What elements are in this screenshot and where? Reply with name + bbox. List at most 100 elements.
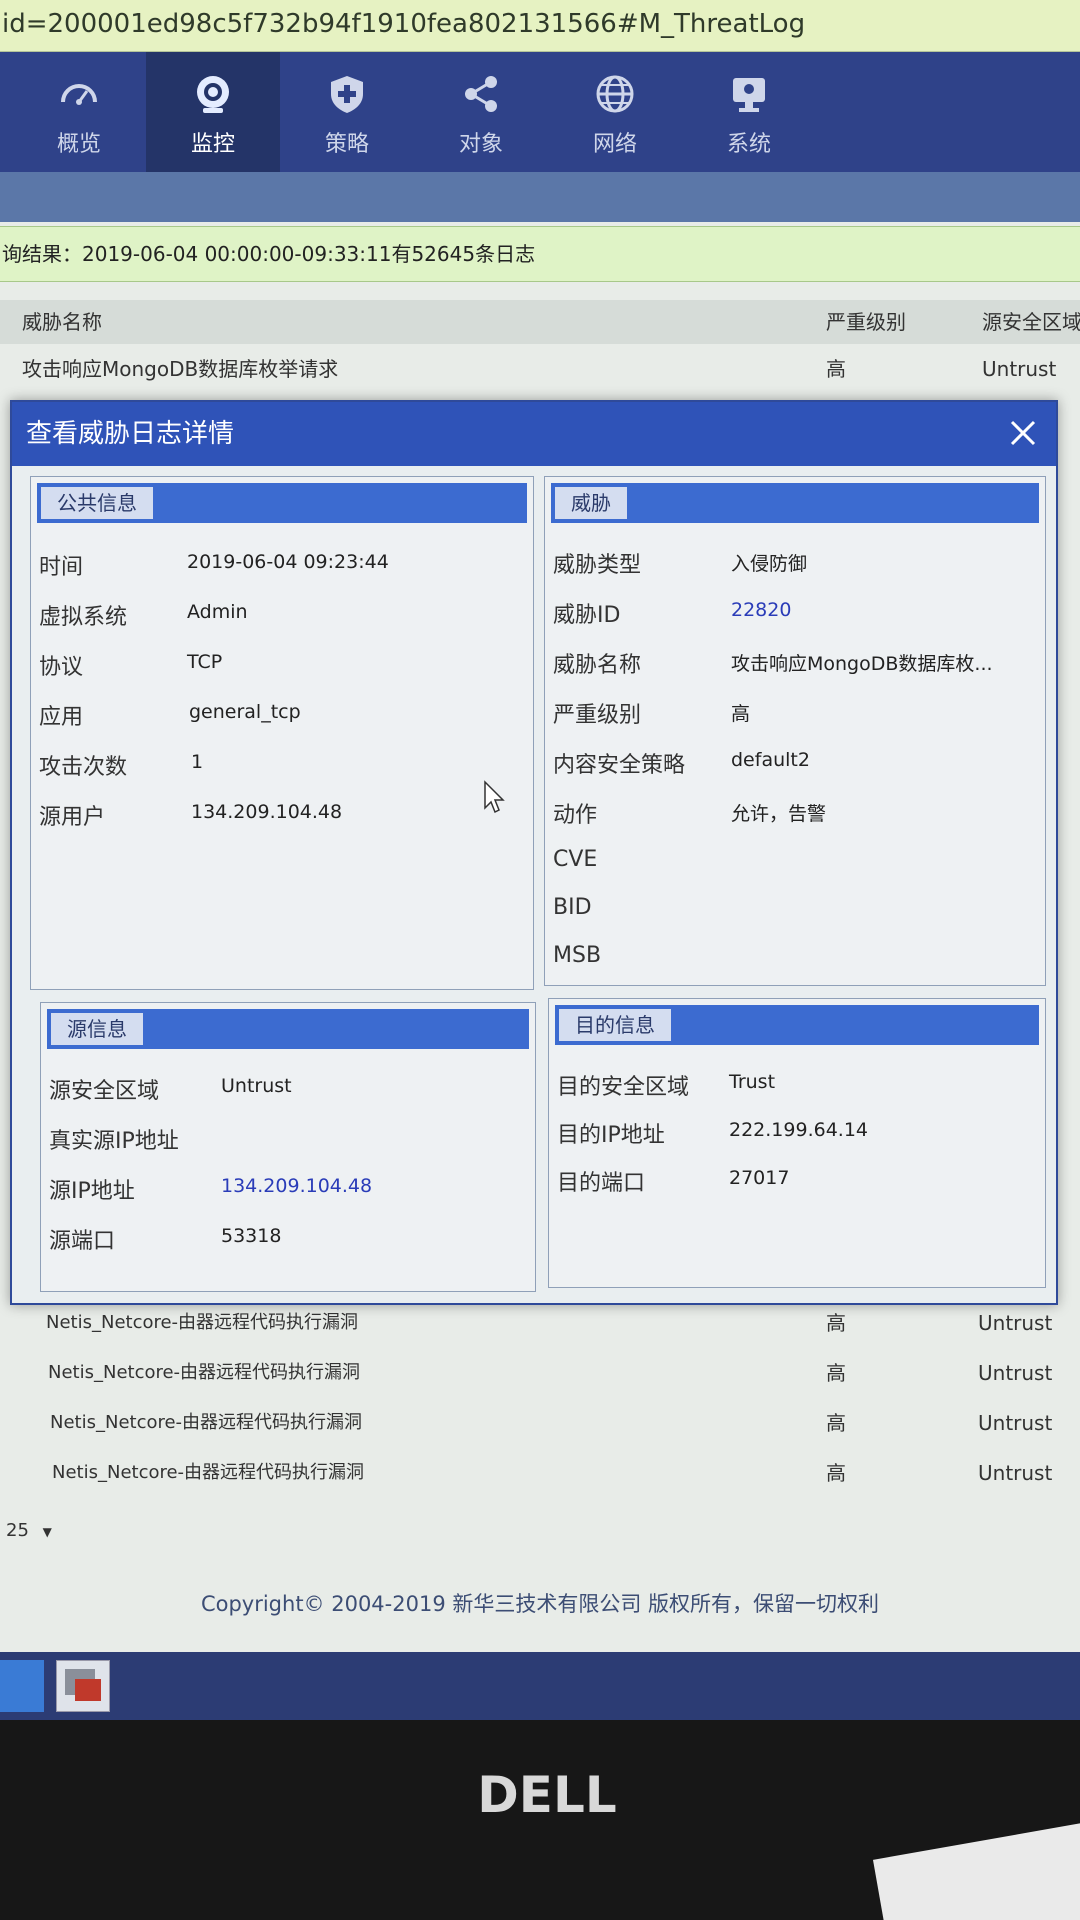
table-row[interactable]: Netis_Netcore-由器远程代码执行漏洞 高 Untrust — [0, 1350, 1080, 1396]
field-label: 严重级别 — [553, 703, 642, 728]
close-icon[interactable] — [1006, 416, 1040, 450]
field-value: 2019-06-04 09:23:44 — [187, 551, 389, 573]
start-button[interactable] — [0, 1660, 44, 1712]
field-label: 真实源IP地址 — [49, 1129, 179, 1154]
threat-panel: 威胁 威胁类型 入侵防御 威胁ID 22820 威胁名称 攻击响应MongoDB… — [544, 476, 1046, 986]
field-label: 应用 — [39, 705, 84, 730]
dell-logo: DELL — [477, 1766, 616, 1824]
col-severity[interactable]: 严重级别 — [826, 300, 906, 344]
panel-tab-public-info: 公共信息 — [41, 487, 153, 519]
table-row[interactable]: Netis_Netcore-由器远程代码执行漏洞 高 Untrust — [0, 1400, 1080, 1446]
query-result-bar: 询结果：2019-06-04 00:00:00-09:33:11有52645条日… — [0, 226, 1080, 282]
field-value: Trust — [729, 1071, 776, 1093]
row-threat-name: Netis_Netcore-由器远程代码执行漏洞 — [52, 1462, 365, 1483]
row-src-zone: Untrust — [982, 357, 1057, 381]
field-value: 222.199.64.14 — [729, 1119, 869, 1141]
globe-icon — [596, 75, 634, 113]
threat-log-detail-dialog: 查看威胁日志详情 公共信息 时间 2019-06-04 09:23:44 虚拟系… — [10, 400, 1058, 1305]
panel-tab-destination-info: 目的信息 — [559, 1009, 671, 1041]
nav-item-network[interactable]: 网络 — [548, 52, 682, 172]
chevron-down-icon: ▼ — [42, 1525, 52, 1539]
field-label: 动作 — [553, 803, 598, 828]
nav-label: 策略 — [324, 132, 369, 157]
nav-item-monitor[interactable]: 监控 — [146, 52, 280, 172]
field-label: 时间 — [39, 555, 84, 580]
col-src-zone[interactable]: 源安全区域 — [982, 300, 1080, 344]
row-severity: 高 — [826, 357, 846, 381]
app-window-icon — [65, 1669, 101, 1701]
field-value: Untrust — [221, 1075, 292, 1097]
field-label: 源安全区域 — [49, 1079, 160, 1104]
field-value: 1 — [191, 751, 204, 773]
panel-header: 源信息 — [47, 1009, 529, 1049]
camera-icon — [197, 76, 229, 113]
mouse-cursor-icon — [484, 780, 505, 814]
public-info-panel: 公共信息 时间 2019-06-04 09:23:44 虚拟系统 Admin 协… — [30, 476, 534, 990]
share-nodes-icon — [465, 76, 497, 112]
nav-item-policy[interactable]: 策略 — [280, 52, 414, 172]
nav-label: 网络 — [592, 132, 637, 157]
threat-id-link[interactable]: 22820 — [731, 599, 791, 621]
col-threat-name[interactable]: 威胁名称 — [22, 300, 102, 344]
field-value: 入侵防御 — [731, 553, 808, 575]
dashboard-icon — [61, 84, 97, 105]
field-label: 源用户 — [39, 805, 106, 830]
taskbar-app-button[interactable] — [56, 1660, 110, 1712]
nav-label: 监控 — [190, 132, 235, 157]
row-severity: 高 — [826, 1411, 846, 1435]
field-label: BID — [553, 895, 592, 920]
panel-tab-threat: 威胁 — [555, 487, 627, 519]
field-label: 威胁类型 — [553, 553, 642, 578]
field-label: CVE — [553, 847, 598, 872]
monitor-icon — [733, 78, 765, 112]
row-src-zone: Untrust — [978, 1461, 1053, 1485]
row-src-zone: Untrust — [978, 1311, 1053, 1335]
row-severity: 高 — [826, 1311, 846, 1335]
table-row[interactable]: Netis_Netcore-由器远程代码执行漏洞 高 Untrust — [0, 1450, 1080, 1496]
row-src-zone: Untrust — [978, 1411, 1053, 1435]
row-threat-name: Netis_Netcore-由器远程代码执行漏洞 — [50, 1412, 363, 1433]
main-nav: 概览 监控 策略 对象 网络 系统 — [0, 52, 1080, 172]
field-value: TCP — [187, 651, 223, 673]
field-value: default2 — [731, 749, 810, 771]
table-row[interactable]: Netis_Netcore-由器远程代码执行漏洞 高 Untrust — [0, 1300, 1080, 1346]
nav-item-objects[interactable]: 对象 — [414, 52, 548, 172]
field-value: 53318 — [221, 1225, 282, 1247]
field-label: 威胁名称 — [553, 653, 642, 678]
table-header: 威胁名称 严重级别 源安全区域 — [0, 300, 1080, 344]
field-label: 威胁ID — [553, 603, 621, 628]
row-threat-name: Netis_Netcore-由器远程代码执行漏洞 — [48, 1362, 361, 1383]
url-bar[interactable]: id=200001ed98c5f732b94f1910fea802131566#… — [0, 0, 1080, 52]
page-size-value: 25 — [6, 1520, 29, 1541]
panel-tab-source-info: 源信息 — [51, 1013, 143, 1045]
row-src-zone: Untrust — [978, 1361, 1053, 1385]
field-label: MSB — [553, 943, 602, 968]
shield-plus-icon — [331, 76, 363, 113]
field-label: 源IP地址 — [49, 1179, 135, 1204]
field-label: 源端口 — [49, 1229, 116, 1254]
row-severity: 高 — [826, 1461, 846, 1485]
field-label: 攻击次数 — [39, 755, 128, 780]
nav-item-overview[interactable]: 概览 — [12, 52, 146, 172]
source-info-panel: 源信息 源安全区域 Untrust 真实源IP地址 源IP地址 134.209.… — [40, 1002, 536, 1292]
row-severity: 高 — [826, 1361, 846, 1385]
taskbar — [0, 1652, 1080, 1720]
sub-nav-bar — [0, 172, 1080, 222]
nav-label: 对象 — [458, 132, 503, 157]
field-value: general_tcp — [189, 701, 301, 723]
page-size-select[interactable]: 25 ▼ — [0, 1520, 52, 1541]
nav-label: 概览 — [56, 132, 101, 157]
field-value: 134.209.104.48 — [191, 801, 343, 823]
field-value: 高 — [731, 703, 751, 725]
field-value: 攻击响应MongoDB数据库枚... — [731, 653, 993, 675]
screen: id=200001ed98c5f732b94f1910fea802131566#… — [0, 0, 1080, 1720]
field-value: Admin — [187, 601, 248, 623]
copyright-text: Copyright© 2004-2019 新华三技术有限公司 版权所有，保留一切… — [200, 1592, 880, 1616]
table-row[interactable]: 攻击响应MongoDB数据库枚举请求 高 Untrust — [0, 346, 1080, 392]
source-ip-link[interactable]: 134.209.104.48 — [221, 1175, 372, 1197]
field-label: 虚拟系统 — [39, 605, 128, 630]
dialog-title: 查看威胁日志详情 — [12, 402, 1056, 466]
field-value: 允许，告警 — [731, 803, 827, 825]
destination-info-panel: 目的信息 目的安全区域 Trust 目的IP地址 222.199.64.14 目… — [548, 998, 1046, 1288]
nav-item-system[interactable]: 系统 — [682, 52, 816, 172]
